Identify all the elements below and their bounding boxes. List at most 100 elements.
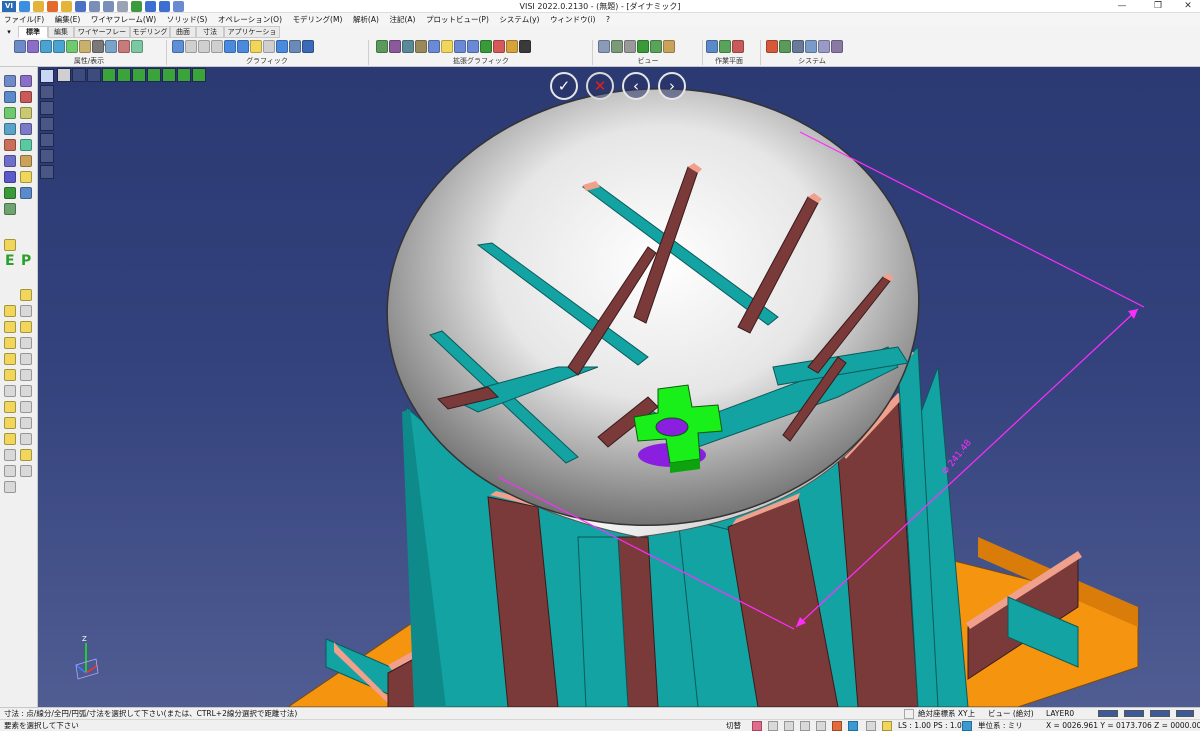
- hidden-dashed-icon[interactable]: [211, 40, 223, 53]
- arc-dim-icon[interactable]: [20, 321, 32, 333]
- unit-system[interactable]: 単位系 : ミリ: [978, 720, 1023, 731]
- balloon-icon[interactable]: [4, 449, 16, 461]
- menu-operation[interactable]: オペレーション(O): [214, 13, 286, 26]
- menu-help[interactable]: ?: [602, 13, 614, 26]
- view-cube-5-icon[interactable]: [162, 68, 176, 82]
- highlight-icon[interactable]: [441, 40, 453, 53]
- color-swatch-2[interactable]: [1124, 710, 1144, 717]
- menu-solid[interactable]: ソリッド(S): [163, 13, 212, 26]
- tree-icon[interactable]: [4, 187, 16, 199]
- close-button[interactable]: ✕: [1170, 0, 1200, 13]
- previous-button[interactable]: ‹: [622, 72, 650, 100]
- cancel-button[interactable]: ✕: [586, 72, 614, 100]
- config-icon[interactable]: [831, 40, 843, 53]
- section-tool-icon[interactable]: [4, 417, 16, 429]
- point-dim-icon[interactable]: [4, 337, 16, 349]
- rotate-icon[interactable]: [637, 40, 649, 53]
- menu-annotation[interactable]: 注記(A): [385, 13, 419, 26]
- dimension-tool-icon[interactable]: [20, 289, 32, 301]
- text-dim-icon[interactable]: [4, 353, 16, 365]
- ribbon-dropdown-icon[interactable]: ▾: [4, 27, 14, 37]
- view-cylinder-5-icon[interactable]: [40, 149, 54, 163]
- view-direction-icon[interactable]: [663, 40, 675, 53]
- draft-icon[interactable]: [389, 40, 401, 53]
- circle-dim-icon[interactable]: [4, 321, 16, 333]
- view-mode[interactable]: ビュー (絶対): [988, 708, 1034, 719]
- workplane-origin-icon[interactable]: [732, 40, 744, 53]
- layer-name[interactable]: LAYER0: [1046, 708, 1074, 719]
- properties-icon[interactable]: [92, 40, 104, 53]
- menu-file[interactable]: ファイル(F): [0, 13, 48, 26]
- sphere-green-icon[interactable]: [480, 40, 492, 53]
- tab-modeling[interactable]: モデリング: [130, 26, 170, 38]
- frame-icon[interactable]: [4, 401, 16, 413]
- layer-tool-icon[interactable]: [4, 239, 16, 251]
- cad-model-scene[interactable]: Φ 241.48 Z: [38, 67, 1200, 707]
- clip-icon[interactable]: [454, 40, 466, 53]
- tab-dimension[interactable]: 寸法: [196, 26, 224, 38]
- filter-icon[interactable]: [105, 40, 117, 53]
- grid-icon[interactable]: [20, 385, 32, 397]
- entity-e-icon[interactable]: E: [5, 253, 15, 269]
- database-icon[interactable]: [779, 40, 791, 53]
- curvature-icon[interactable]: [376, 40, 388, 53]
- switch-label[interactable]: 切替: [726, 720, 741, 731]
- section-icon[interactable]: [276, 40, 288, 53]
- menu-modeling[interactable]: モデリング(M): [289, 13, 347, 26]
- tab-application[interactable]: アプリケーション: [224, 26, 280, 47]
- view-list-icon[interactable]: [40, 69, 54, 83]
- color-swatch-4[interactable]: [1176, 710, 1194, 717]
- scale-icon[interactable]: [20, 123, 32, 135]
- mirror-icon[interactable]: [4, 123, 16, 135]
- color-icon[interactable]: [66, 40, 78, 53]
- pattern-icon[interactable]: [4, 385, 16, 397]
- coord-dropdown-icon[interactable]: [904, 709, 914, 719]
- linear-dim-icon[interactable]: [20, 305, 32, 317]
- accept-button[interactable]: ✓: [550, 72, 578, 100]
- group-icon[interactable]: [131, 40, 143, 53]
- color-swatch-3[interactable]: [1150, 710, 1170, 717]
- view-cylinder-icon[interactable]: [40, 85, 54, 99]
- style-icon[interactable]: [118, 40, 130, 53]
- axis-tool-icon[interactable]: [4, 465, 16, 477]
- rotate-tool-icon[interactable]: [4, 155, 16, 167]
- extend-icon[interactable]: [20, 139, 32, 151]
- section-view-icon[interactable]: [20, 417, 32, 429]
- material-icon[interactable]: [506, 40, 518, 53]
- layer-icon[interactable]: [27, 40, 39, 53]
- pan-icon[interactable]: [624, 40, 636, 53]
- settings-icon[interactable]: [818, 40, 830, 53]
- view-pen-icon[interactable]: [87, 68, 101, 82]
- hide-icon[interactable]: [53, 40, 65, 53]
- cloud-icon[interactable]: [20, 465, 32, 477]
- view-cylinder-6-icon[interactable]: [40, 165, 54, 179]
- select-all-icon[interactable]: [20, 75, 32, 87]
- folder-tool-icon[interactable]: [20, 171, 32, 183]
- zoom-all-icon[interactable]: [611, 40, 623, 53]
- shaded-edges-icon[interactable]: [237, 40, 249, 53]
- attribute-tool-icon[interactable]: [4, 203, 16, 215]
- sphere-red-icon[interactable]: [493, 40, 505, 53]
- light-icon[interactable]: [302, 40, 314, 53]
- printer-setup-icon[interactable]: [792, 40, 804, 53]
- environment-icon[interactable]: [519, 40, 531, 53]
- regenerate-icon[interactable]: [172, 40, 184, 53]
- view-cube-7-icon[interactable]: [192, 68, 206, 82]
- shaded-icon[interactable]: [224, 40, 236, 53]
- label-icon[interactable]: [20, 369, 32, 381]
- move-icon[interactable]: [4, 91, 16, 103]
- display-list-icon[interactable]: [289, 40, 301, 53]
- view-cylinder-3-icon[interactable]: [40, 117, 54, 131]
- view-cube-1-icon[interactable]: [102, 68, 116, 82]
- view-cylinder-2-icon[interactable]: [40, 101, 54, 115]
- graphics-viewport[interactable]: Φ 241.48 Z ✓ ✕ ‹ ›: [38, 67, 1200, 707]
- copy-icon[interactable]: [4, 107, 16, 119]
- delete-icon[interactable]: [20, 91, 32, 103]
- help-icon[interactable]: [4, 171, 16, 183]
- tab-surface[interactable]: 曲面: [170, 26, 196, 38]
- tab-wireframe[interactable]: ワイヤーフレーム: [74, 26, 130, 47]
- select-icon[interactable]: [4, 75, 16, 87]
- view-sketch-icon[interactable]: [72, 68, 86, 82]
- line-dim-icon[interactable]: [4, 305, 16, 317]
- entity-p-icon[interactable]: P: [21, 253, 31, 269]
